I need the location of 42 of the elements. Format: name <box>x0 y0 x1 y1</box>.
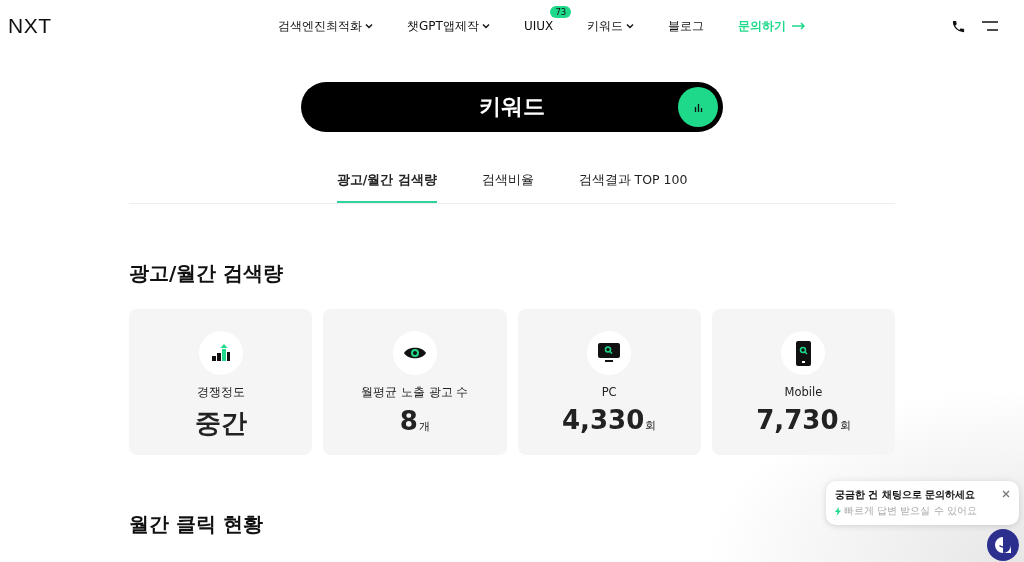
count-badge: 73 <box>550 6 572 18</box>
stat-unit: 회 <box>839 418 851 433</box>
chat-bubble-icon <box>994 536 1012 554</box>
stat-unit: 개 <box>418 419 430 434</box>
page-title: 키워드 <box>479 93 545 121</box>
bar-chart-icon <box>693 102 703 112</box>
lightning-icon <box>835 506 841 516</box>
nav-link[interactable]: 블로그 <box>668 17 705 35</box>
close-icon[interactable] <box>1002 490 1010 498</box>
bar-growth-icon <box>211 344 230 362</box>
mobile-search-icon <box>795 340 811 366</box>
tab[interactable]: 검색결과 TOP 100 <box>578 168 688 203</box>
chevron-icon <box>365 23 373 29</box>
stat-value: 7,730 <box>756 405 839 435</box>
nav-link[interactable]: 키워드 <box>587 17 635 35</box>
chat-button[interactable] <box>987 529 1019 561</box>
chat-title: 궁금한 건 채팅으로 문의하세요 <box>835 488 976 502</box>
chevron-icon <box>626 23 635 29</box>
tab[interactable]: 검색비율 <box>481 168 534 203</box>
stat-value: 8 <box>399 406 418 436</box>
eye-icon <box>403 346 426 360</box>
chat-popup[interactable]: 궁금한 건 채팅으로 문의하세요 빠르게 답변 받으실 수 있어요 <box>826 481 1019 525</box>
tab[interactable]: 광고/월간 검색량 <box>336 168 437 203</box>
section-heading: 광고/월간 검색량 <box>129 260 284 287</box>
chat-subtitle: 빠르게 답변 받으실 수 있어요 <box>844 504 977 518</box>
stat-label: 월평균 노출 광고 수 <box>361 385 469 400</box>
stat-label: Mobile <box>784 385 823 399</box>
chevron-icon <box>481 23 490 29</box>
monitor-search-icon <box>598 343 621 363</box>
phone-icon[interactable] <box>951 18 966 34</box>
logo[interactable]: NXT <box>8 14 258 38</box>
nav-link[interactable]: 검색엔진최적화 <box>278 17 373 35</box>
chart-button[interactable] <box>678 87 718 127</box>
menu-icon[interactable] <box>982 21 998 31</box>
stat-value: 중간 <box>194 407 247 440</box>
stat-unit: 회 <box>645 418 657 433</box>
nav-link[interactable]: 챗GPT앱제작 <box>407 17 490 35</box>
arrow-icon <box>792 22 807 30</box>
section-heading: 월간 클릭 현황 <box>129 511 263 538</box>
stat-label: PC <box>601 385 617 399</box>
stat-label: 경쟁정도 <box>196 385 245 400</box>
stat-value: 4,330 <box>562 405 645 435</box>
